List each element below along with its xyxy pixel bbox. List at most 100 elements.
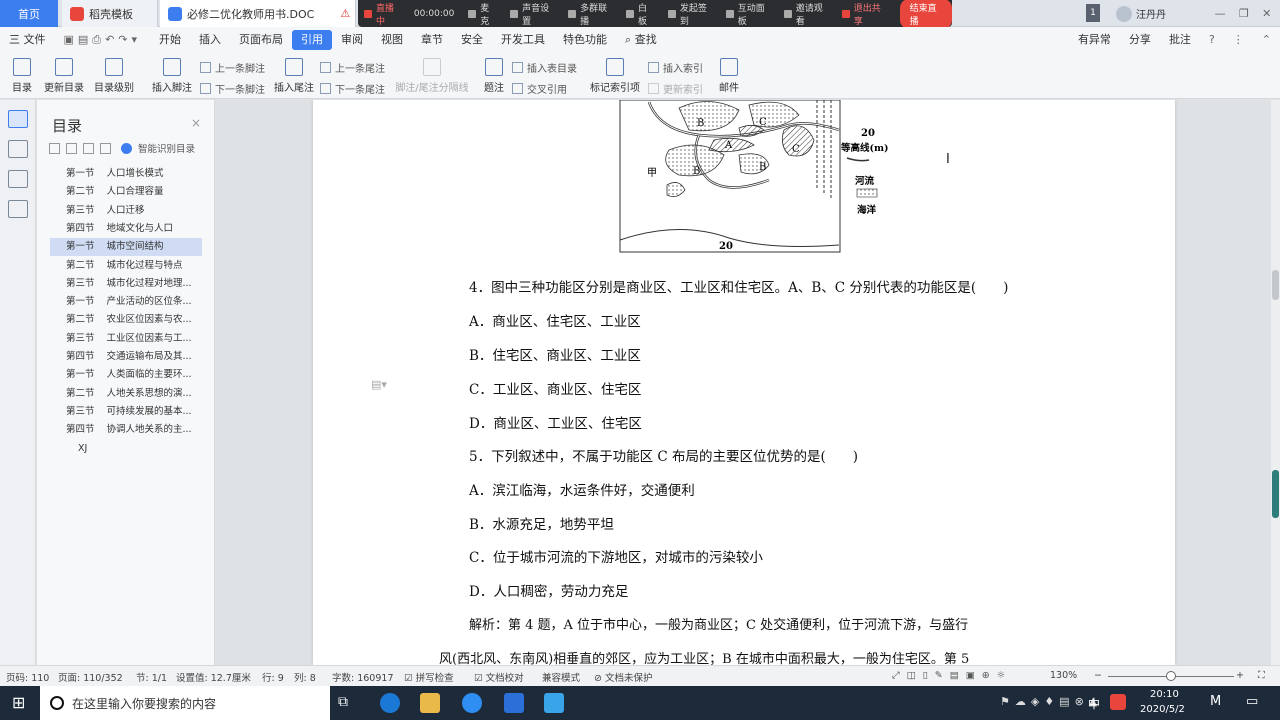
pages-panel-icon[interactable] xyxy=(7,140,28,158)
interact-panel-button[interactable]: 互动面板 xyxy=(725,1,770,27)
menu-developer[interactable]: 开发工具 xyxy=(492,30,554,50)
menu-page-layout[interactable]: 页面布局 xyxy=(230,30,292,50)
prev-endnote-button[interactable]: 上一条尾注 xyxy=(320,60,385,75)
invite-button[interactable]: 邀请观看 xyxy=(783,1,828,27)
toc-item[interactable]: XJ xyxy=(50,440,202,458)
toc-item[interactable]: 第一节 人类面临的主要环... xyxy=(50,366,202,384)
toc-item[interactable]: 第二节 城市化过程与特点 xyxy=(50,257,202,275)
tab-document[interactable]: 必修二优化教师用书.DOC ⚠ xyxy=(160,0,356,27)
toc-item[interactable]: 第三节 工业区位因素与工... xyxy=(50,330,202,348)
sound-settings-button[interactable]: 声音设置 xyxy=(510,1,554,27)
task-view-icon[interactable]: ⧉ xyxy=(338,694,348,710)
find-panel-icon[interactable] xyxy=(7,200,28,218)
insert-endnote-button[interactable]: 插入尾注 xyxy=(272,58,316,94)
bookmark-panel-icon[interactable] xyxy=(7,170,28,188)
restore-icon[interactable]: ❐ xyxy=(1239,7,1249,20)
vertical-scrollbar[interactable] xyxy=(1271,100,1280,665)
search-command[interactable]: ⌕ 查找 xyxy=(616,30,666,50)
fit-page-icon[interactable]: ⛶ xyxy=(1258,670,1265,681)
menu-view[interactable]: 视图 xyxy=(372,30,412,50)
toc-item[interactable]: 第二节 农业区位因素与农... xyxy=(50,311,202,329)
app-icon-1[interactable] xyxy=(462,693,482,713)
clock-date[interactable]: 2020/5/2 xyxy=(1140,704,1185,715)
minimize-icon[interactable]: — xyxy=(1215,7,1226,20)
quick-access-icons[interactable]: ▣▤⎙↶↷▾ xyxy=(55,30,151,50)
insert-table-toc-button[interactable]: 插入表目录 xyxy=(512,60,577,75)
proofread-button[interactable]: ☑ 文档校对 xyxy=(474,670,524,684)
tray-icons[interactable]: ⚑☁◈♦▤⊗▲ xyxy=(1000,695,1102,708)
warning-icon[interactable]: ⚠ xyxy=(340,7,350,20)
toc-item[interactable]: 第三节 人口迁移 xyxy=(50,202,202,220)
app-tray-icon[interactable]: M xyxy=(1210,694,1221,709)
exit-share-button[interactable]: 退出共享 xyxy=(841,1,886,27)
file-explorer-icon[interactable] xyxy=(420,693,440,713)
toc-panel-icon[interactable] xyxy=(7,110,28,128)
tab-home[interactable]: 首页 xyxy=(0,0,58,27)
menu-insert[interactable]: 插入 xyxy=(190,30,230,50)
tab-template[interactable]: 稻壳模板 xyxy=(62,0,158,27)
menu-references[interactable]: 引用 xyxy=(292,30,333,50)
file-menu[interactable]: 三 文件 xyxy=(0,30,55,50)
help-icon[interactable]: ? xyxy=(1200,30,1224,50)
toc-item[interactable]: 第二节 人口合理容量 xyxy=(50,183,202,201)
menu-chapter[interactable]: 章节 xyxy=(412,30,452,50)
ime-indicator[interactable]: 中 xyxy=(1088,695,1100,712)
app-icon-2[interactable] xyxy=(544,693,564,713)
clock-time[interactable]: 20:10 xyxy=(1150,689,1179,700)
remove-icon[interactable] xyxy=(100,142,111,154)
zoom-level[interactable]: 130% xyxy=(1050,670,1077,681)
smart-toc-button[interactable]: 智能识别目录 xyxy=(138,141,195,155)
next-endnote-button[interactable]: 下一条尾注 xyxy=(320,81,385,96)
view-mode-icons[interactable]: ⤢◫▯✎▤▣⊕☼ xyxy=(892,670,1012,681)
collapse-ribbon-icon[interactable]: ⌃ xyxy=(1253,30,1280,50)
end-live-button[interactable]: 结束直播 xyxy=(899,0,952,29)
insert-index-button[interactable]: 插入索引 xyxy=(648,60,703,75)
mic-button[interactable]: 麦克 xyxy=(468,1,496,27)
windows-start-icon[interactable]: ⊞ xyxy=(12,693,25,712)
more-icon[interactable]: ⋮ xyxy=(1224,30,1253,50)
menu-review[interactable]: 审阅 xyxy=(332,30,372,50)
toc-item[interactable]: 第一节 城市空间结构 xyxy=(50,238,202,257)
whiteboard-button[interactable]: 白板 xyxy=(626,1,654,27)
share-button[interactable]: 分享 xyxy=(1120,30,1160,50)
toc-item[interactable]: 第三节 城市化过程对地理... xyxy=(50,275,202,293)
zoom-slider-thumb[interactable] xyxy=(1166,671,1176,681)
next-footnote-button[interactable]: 下一条脚注 xyxy=(200,81,265,96)
prev-footnote-button[interactable]: 上一条脚注 xyxy=(200,60,265,75)
caption-button[interactable]: 题注 xyxy=(482,58,506,94)
close-icon[interactable]: × xyxy=(191,116,201,130)
side-widget-icon[interactable] xyxy=(1272,470,1279,518)
issue-button[interactable]: 有异常 xyxy=(1069,30,1120,50)
add-icon[interactable] xyxy=(83,142,94,154)
toc-item[interactable]: 第一节 产业活动的区位条... xyxy=(50,293,202,311)
wps-icon[interactable] xyxy=(504,693,524,713)
toc-level-button[interactable]: 目录级别 xyxy=(90,58,138,94)
taskbar-search[interactable]: 在这里输入你要搜索的内容 xyxy=(40,686,330,720)
expand-up-icon[interactable] xyxy=(66,142,77,154)
menu-start[interactable]: 开始 xyxy=(150,30,190,50)
menu-features[interactable]: 特色功能 xyxy=(554,30,616,50)
document-page[interactable]: B C A C B B 甲 20 20 等高线(m) 河流 海洋 4．图中三种功… xyxy=(313,100,1175,665)
wps-tray-icon[interactable] xyxy=(1110,694,1126,710)
notification-icon[interactable]: ▭ xyxy=(1246,694,1258,709)
toc-item[interactable]: 第二节 人地关系思想的演... xyxy=(50,385,202,403)
collapse-icon[interactable] xyxy=(49,142,60,154)
mail-button[interactable]: 邮件 xyxy=(716,58,742,94)
signin-button[interactable]: 发起签到 xyxy=(667,1,712,27)
close-icon[interactable]: ✕ xyxy=(1262,7,1271,20)
spell-check-button[interactable]: ☑ 拼写检查 xyxy=(404,670,454,684)
toc-item[interactable]: 第一节 人口增长模式 xyxy=(50,165,202,183)
insert-footnote-button[interactable]: 插入脚注 xyxy=(150,58,194,94)
mark-index-button[interactable]: 标记索引项 xyxy=(588,58,642,94)
zoom-in-icon[interactable]: + xyxy=(1236,670,1244,681)
toc-item[interactable]: 第四节 协调人地关系的主... xyxy=(50,421,202,439)
footnote-separator-button[interactable]: 脚注/尾注分隔线 xyxy=(392,58,472,94)
protect-status[interactable]: ⊘ 文档未保护 xyxy=(594,670,653,684)
paragraph-marker-icon[interactable]: ▤▾ xyxy=(371,378,387,391)
status-word-count[interactable]: 字数: 160917 xyxy=(332,670,394,684)
cross-reference-button[interactable]: 交叉引用 xyxy=(512,81,567,96)
multi-group-button[interactable]: 多群联播 xyxy=(568,1,612,27)
update-toc-button[interactable]: 更新目录 xyxy=(42,58,86,94)
zoom-out-icon[interactable]: − xyxy=(1094,670,1102,681)
update-index-button[interactable]: 更新索引 xyxy=(648,81,703,96)
